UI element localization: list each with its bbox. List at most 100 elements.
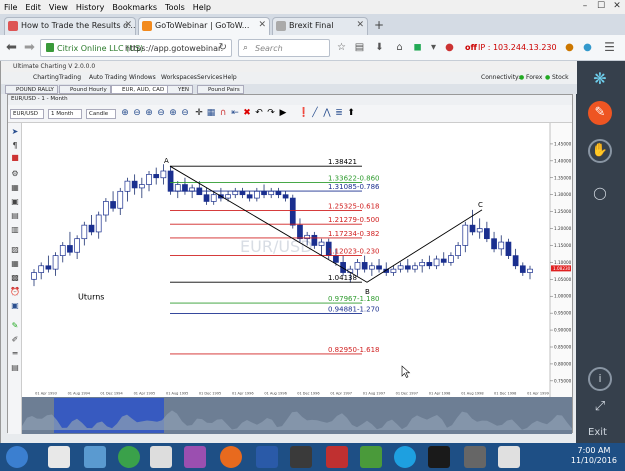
minimize-button[interactable]: – bbox=[577, 0, 593, 14]
image-icon[interactable]: ▣ bbox=[10, 301, 20, 311]
calculator-icon[interactable]: ▥ bbox=[10, 225, 20, 235]
menu-view[interactable]: View bbox=[49, 3, 68, 12]
close-window-button[interactable]: ✕ bbox=[609, 0, 625, 14]
menu-tools[interactable]: Tools bbox=[165, 3, 185, 12]
addon-coin-icon[interactable]: ● bbox=[564, 42, 575, 53]
zoom-out-icon[interactable]: ⊖ bbox=[132, 108, 142, 119]
zoom-in-icon[interactable]: ⊕ bbox=[120, 108, 130, 119]
home-icon[interactable]: ⌂ bbox=[394, 42, 405, 53]
delete-drawing-icon[interactable]: ✖ bbox=[242, 108, 252, 119]
maximize-button[interactable]: ☐ bbox=[593, 0, 609, 14]
layout-icon[interactable]: ▦ bbox=[10, 259, 20, 269]
chrome-icon[interactable] bbox=[118, 446, 140, 468]
trendline-icon[interactable]: ╱ bbox=[310, 108, 320, 119]
app-menu-trading[interactable]: Trading bbox=[59, 74, 81, 81]
table-icon[interactable]: ▤ bbox=[10, 363, 20, 373]
zoom-auto-icon[interactable]: ⊖ bbox=[180, 108, 190, 119]
grid-tool-icon[interactable]: ▦ bbox=[10, 183, 20, 193]
pen-app-icon[interactable] bbox=[184, 446, 206, 468]
exit-button[interactable]: Exit bbox=[588, 427, 607, 438]
close-tab-icon[interactable]: ✕ bbox=[258, 20, 266, 30]
chart-style-dropdown[interactable]: Candle bbox=[86, 109, 116, 119]
brush-icon[interactable]: ✐ bbox=[10, 335, 20, 345]
app-menu-charting[interactable]: Charting bbox=[33, 74, 59, 81]
settings-icon[interactable]: ⚙ bbox=[10, 169, 20, 179]
hamburger-menu-icon[interactable]: ☰ bbox=[604, 41, 615, 53]
new-tab-button[interactable]: + bbox=[374, 18, 384, 32]
camera-icon[interactable] bbox=[464, 446, 486, 468]
dropdown-chevron-icon[interactable]: ▾ bbox=[428, 42, 439, 53]
addon-icon[interactable]: ● bbox=[444, 42, 455, 53]
price-chart[interactable]: EUR/USD 1.45000 1.40000 1.35000 1.30000 1.250… bbox=[22, 123, 572, 434]
notepad-icon[interactable] bbox=[498, 446, 520, 468]
skype-icon[interactable] bbox=[394, 446, 416, 468]
folder-icon[interactable] bbox=[84, 446, 106, 468]
chart-type-icon[interactable]: ▨ bbox=[10, 245, 20, 255]
abc-tool-icon[interactable]: ¶ bbox=[10, 141, 20, 151]
menu-edit[interactable]: Edit bbox=[25, 3, 41, 12]
print-icon[interactable]: ▤ bbox=[10, 211, 20, 221]
zoom-fit-icon[interactable]: ⊕ bbox=[144, 108, 154, 119]
alert-icon[interactable]: ❗ bbox=[298, 108, 309, 119]
tab-brexit-final[interactable]: Brexit Final ✕ bbox=[272, 17, 368, 35]
firefox-icon[interactable] bbox=[220, 446, 242, 468]
extension-icon[interactable]: ◼ bbox=[412, 42, 423, 53]
pencil-icon[interactable]: ✎ bbox=[10, 321, 20, 331]
workspace-tab-eur-aud-cad[interactable]: EUR, AUD, CAD bbox=[111, 85, 169, 94]
save-icon[interactable]: ▣ bbox=[10, 197, 20, 207]
clipboard-icon[interactable]: ▤ bbox=[354, 42, 365, 53]
app-menu-help[interactable]: Help bbox=[223, 74, 237, 81]
magnet-icon[interactable]: ∩ bbox=[218, 108, 228, 119]
chat-icon[interactable]: ◯ bbox=[588, 181, 612, 205]
app-menu-workspaces[interactable]: Workspaces bbox=[161, 74, 197, 81]
app-icon-gray[interactable] bbox=[150, 446, 172, 468]
tab-gotowebinar[interactable]: GoToWebinar | GoToW... ✕ bbox=[138, 17, 270, 35]
menu-history[interactable]: History bbox=[76, 3, 104, 12]
torrent-icon[interactable] bbox=[360, 446, 382, 468]
media-icon[interactable] bbox=[290, 446, 312, 468]
reload-icon[interactable]: ↻ bbox=[219, 42, 227, 53]
forward-arrow-icon[interactable]: ➡ bbox=[24, 40, 35, 56]
start-button-icon[interactable] bbox=[6, 446, 28, 468]
back-arrow-icon[interactable]: ⬅ bbox=[6, 40, 17, 56]
workspace-tab-pound-pairs[interactable]: Pound Pairs bbox=[197, 85, 244, 94]
fibonacci-icon[interactable]: ≣ bbox=[334, 108, 344, 119]
zoom-area-icon[interactable]: ⊕ bbox=[168, 108, 178, 119]
star-icon[interactable]: ☆ bbox=[336, 42, 347, 53]
menu-help[interactable]: Help bbox=[193, 3, 211, 12]
app-icon-red[interactable] bbox=[48, 446, 70, 468]
undo-icon[interactable]: ↶ bbox=[254, 108, 264, 119]
mic-muted-icon[interactable]: ✎ bbox=[588, 101, 612, 125]
workspace-tab-pound-rally[interactable]: POUND RALLY bbox=[5, 85, 58, 94]
download-icon[interactable]: ⬇ bbox=[374, 42, 385, 53]
raise-hand-icon[interactable]: ✋ bbox=[588, 139, 612, 163]
app-menu-auto-trading[interactable]: Auto Trading bbox=[89, 74, 127, 81]
expand-icon[interactable]: ⤢ bbox=[588, 395, 612, 419]
timeframe-dropdown[interactable]: 1 Month bbox=[48, 109, 82, 119]
arrow-up-icon[interactable]: ⬆ bbox=[346, 108, 356, 119]
color-swatch-icon[interactable]: ■ bbox=[10, 153, 20, 163]
play-icon[interactable]: ▶ bbox=[278, 108, 288, 119]
grid-icon[interactable]: ▦ bbox=[206, 108, 216, 119]
cursor-icon[interactable]: ➤ bbox=[10, 127, 20, 137]
app-menu-windows[interactable]: Windows bbox=[129, 74, 156, 81]
app-menu-services[interactable]: Services bbox=[197, 74, 222, 81]
menu-bookmarks[interactable]: Bookmarks bbox=[112, 3, 157, 12]
alarm-icon[interactable]: ⏰ bbox=[10, 287, 20, 297]
pattern-icon[interactable]: ⋀ bbox=[322, 108, 332, 119]
pdf-icon[interactable] bbox=[326, 446, 348, 468]
search-input[interactable]: ⌕ Search bbox=[238, 39, 330, 57]
zoom-reset-icon[interactable]: ⊖ bbox=[156, 108, 166, 119]
tab-trade-results[interactable]: How to Trade the Results o... ✕ bbox=[4, 17, 136, 35]
xm-icon[interactable] bbox=[428, 446, 450, 468]
crosshair-icon[interactable]: ✛ bbox=[194, 108, 204, 119]
workspace-tab-yen[interactable]: YEN bbox=[167, 85, 193, 94]
symbol-dropdown[interactable]: EUR/USD bbox=[10, 109, 44, 119]
sync-icon[interactable]: ● bbox=[582, 42, 593, 53]
scroll-icon[interactable]: ⇤ bbox=[230, 108, 240, 119]
calendar-icon[interactable]: ▩ bbox=[10, 273, 20, 283]
info-icon[interactable]: i bbox=[588, 367, 612, 391]
menu-file[interactable]: File bbox=[4, 3, 17, 12]
word-icon[interactable] bbox=[256, 446, 278, 468]
url-bar[interactable]: Citrix Online LLC (US) https://app.gotow… bbox=[40, 39, 232, 57]
